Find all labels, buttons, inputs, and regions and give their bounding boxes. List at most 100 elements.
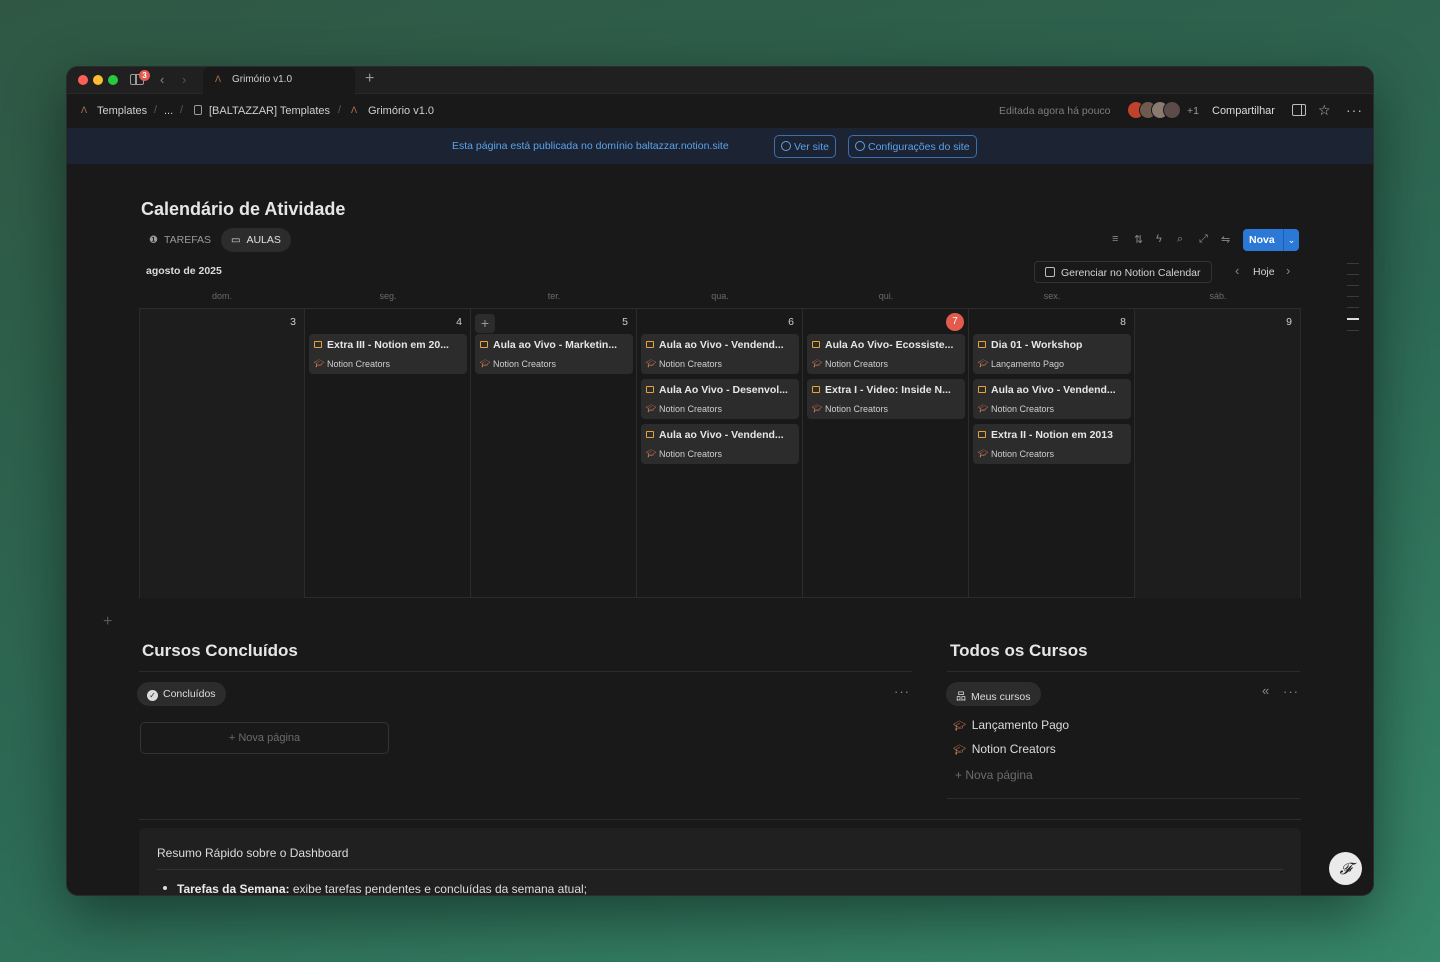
event-title: Extra I - Video: Inside N... <box>825 384 951 396</box>
my-courses-chip[interactable]: 品 Meus cursos <box>946 682 1041 706</box>
calendar-day[interactable]: 8 Dia 01 - Workshop 🎓︎ Lançamento Pago A… <box>969 309 1135 598</box>
manage-notion-calendar-button[interactable]: Gerenciar no Notion Calendar <box>1034 261 1212 283</box>
add-block-icon[interactable]: + <box>103 613 112 631</box>
calendar-event[interactable]: Extra II - Notion em 2013 🎓︎ Notion Crea… <box>973 424 1131 464</box>
expand-icon[interactable]: ⤢ <box>1199 233 1208 246</box>
outline-mark[interactable] <box>1347 274 1359 275</box>
calendar-day[interactable]: 4 Extra III - Notion em 20... 🎓︎ Notion … <box>305 309 471 598</box>
new-item-button[interactable]: Nova ⌄ <box>1243 229 1299 251</box>
previous-month-icon[interactable]: ‹ <box>1235 263 1239 278</box>
outline-mark[interactable] <box>1347 285 1359 286</box>
calendar-event[interactable]: Extra III - Notion em 20... 🎓︎ Notion Cr… <box>309 334 467 374</box>
outline-mark-active[interactable] <box>1347 318 1359 320</box>
divider <box>947 671 1300 672</box>
page-icon: Λ <box>351 105 358 115</box>
divider <box>157 869 1283 870</box>
tab-tarefas[interactable]: ❶ TAREFAS <box>139 228 221 252</box>
bullet-icon <box>163 886 167 890</box>
event-icon <box>978 386 986 393</box>
sort-icon[interactable]: ⇅ <box>1134 233 1143 246</box>
tab-aulas[interactable]: ▭ AULAS <box>221 228 291 252</box>
graduation-cap-icon: 🎓︎ <box>314 359 325 368</box>
calendar-event[interactable]: Aula ao Vivo - Vendend... 🎓︎ Notion Crea… <box>641 424 799 464</box>
breadcrumb-ellipsis[interactable]: ... <box>164 105 173 117</box>
breadcrumb-separator: / <box>180 104 184 116</box>
event-icon <box>646 431 654 438</box>
collaborator-avatars[interactable] <box>1127 101 1187 119</box>
event-course: Notion Creators <box>493 359 557 369</box>
event-icon <box>646 386 654 393</box>
outline-mark[interactable] <box>1347 263 1359 264</box>
calendar-event[interactable]: Aula Ao Vivo - Desenvol... 🎓︎ Notion Cre… <box>641 379 799 419</box>
completed-view-chip[interactable]: ✓ Concluídos <box>137 682 226 706</box>
star-icon[interactable]: ☆ <box>1318 102 1331 119</box>
event-title: Extra III - Notion em 20... <box>327 339 449 351</box>
settings-sliders-icon[interactable]: ⇋ <box>1221 233 1230 246</box>
day-number: 8 <box>1120 316 1126 328</box>
calendar-event[interactable]: Extra I - Video: Inside N... 🎓︎ Notion C… <box>807 379 965 419</box>
new-tab-button[interactable]: + <box>365 70 374 88</box>
more-options-icon[interactable]: ··· <box>894 684 910 699</box>
back-arrow-icon[interactable]: ‹ <box>160 72 164 87</box>
assistant-button[interactable]: 𝓕 <box>1329 852 1362 885</box>
page-outline[interactable] <box>1347 263 1361 341</box>
tab-title: Grimório v1.0 <box>232 74 293 85</box>
graduation-cap-icon: 🎓︎ <box>480 359 491 368</box>
course-item[interactable]: 🎓︎ Notion Creators <box>953 742 1056 756</box>
calendar-event[interactable]: Aula Ao Vivo- Ecossiste... 🎓︎ Notion Cre… <box>807 334 965 374</box>
event-icon <box>978 341 986 348</box>
weekday-header: sex. <box>1043 291 1061 301</box>
site-settings-button[interactable]: Configurações do site <box>848 135 977 158</box>
chip-label: Concluídos <box>163 688 216 700</box>
forward-arrow-icon[interactable]: › <box>182 72 186 87</box>
share-button[interactable]: Compartilhar <box>1212 105 1275 117</box>
more-options-icon[interactable]: ··· <box>1283 684 1299 699</box>
side-panel-icon[interactable] <box>1292 104 1306 116</box>
chevron-down-icon[interactable]: ⌄ <box>1283 229 1299 251</box>
calendar-day[interactable]: + 5 Aula ao Vivo - Marketin... 🎓︎ Notion… <box>471 309 637 598</box>
calendar-event[interactable]: Aula ao Vivo - Marketin... 🎓︎ Notion Cre… <box>475 334 633 374</box>
next-month-icon[interactable]: › <box>1286 263 1290 278</box>
graduation-cap-icon: 🎓︎ <box>646 449 657 458</box>
graduation-cap-icon: 🎓︎ <box>812 404 823 413</box>
new-page-button[interactable]: + Nova página <box>140 722 389 754</box>
filter-icon[interactable]: ≡ <box>1112 233 1118 245</box>
event-course: Notion Creators <box>659 449 723 459</box>
close-window-button[interactable] <box>78 75 88 85</box>
calendar-day[interactable]: 3 <box>139 309 305 598</box>
outline-mark[interactable] <box>1347 330 1359 331</box>
calendar-day[interactable]: 9 <box>1135 309 1301 598</box>
add-event-button[interactable]: + <box>475 314 495 333</box>
divider <box>139 671 912 672</box>
gear-icon <box>855 141 865 151</box>
more-options-icon[interactable]: ··· <box>1346 102 1363 118</box>
summary-title: Resumo Rápido sobre o Dashboard <box>157 846 349 860</box>
breadcrumb-baltazzar-templates[interactable]: [BALTAZZAR] Templates <box>209 105 330 117</box>
calendar-day-today[interactable]: 7 Aula Ao Vivo- Ecossiste... 🎓︎ Notion C… <box>803 309 969 598</box>
weekday-header: ter. <box>547 291 561 301</box>
calendar-event[interactable]: Dia 01 - Workshop 🎓︎ Lançamento Pago <box>973 334 1131 374</box>
new-course-page-button[interactable]: + Nova página <box>955 768 1033 782</box>
automation-icon[interactable]: ϟ <box>1156 233 1162 245</box>
more-collaborators-count[interactable]: +1 <box>1187 105 1199 117</box>
browser-tab[interactable]: Λ Grimório v1.0 <box>203 67 355 94</box>
calendar-event[interactable]: Aula ao Vivo - Vendend... 🎓︎ Notion Crea… <box>973 379 1131 419</box>
breadcrumb-templates[interactable]: Templates <box>97 105 147 117</box>
outline-mark[interactable] <box>1347 307 1359 308</box>
search-icon[interactable]: ⌕ <box>1177 233 1183 246</box>
maximize-window-button[interactable] <box>108 75 118 85</box>
calendar-day[interactable]: 6 Aula ao Vivo - Vendend... 🎓︎ Notion Cr… <box>637 309 803 598</box>
collapse-icon[interactable]: « <box>1262 683 1270 698</box>
calendar-event[interactable]: Aula ao Vivo - Vendend... 🎓︎ Notion Crea… <box>641 334 799 374</box>
minimize-window-button[interactable] <box>93 75 103 85</box>
event-title: Aula ao Vivo - Vendend... <box>659 339 784 351</box>
graduation-cap-icon: 🎓︎ <box>953 745 966 756</box>
outline-mark[interactable] <box>1347 296 1359 297</box>
database-icon <box>194 105 202 115</box>
today-button[interactable]: Hoje <box>1253 266 1275 278</box>
course-item[interactable]: 🎓︎ Lançamento Pago <box>953 718 1069 732</box>
notification-badge: 3 <box>139 70 150 81</box>
calendar-icon: ▭ <box>231 235 241 246</box>
view-site-button[interactable]: Ver site <box>774 135 837 158</box>
breadcrumb-grimorio[interactable]: Grimório v1.0 <box>368 105 434 117</box>
